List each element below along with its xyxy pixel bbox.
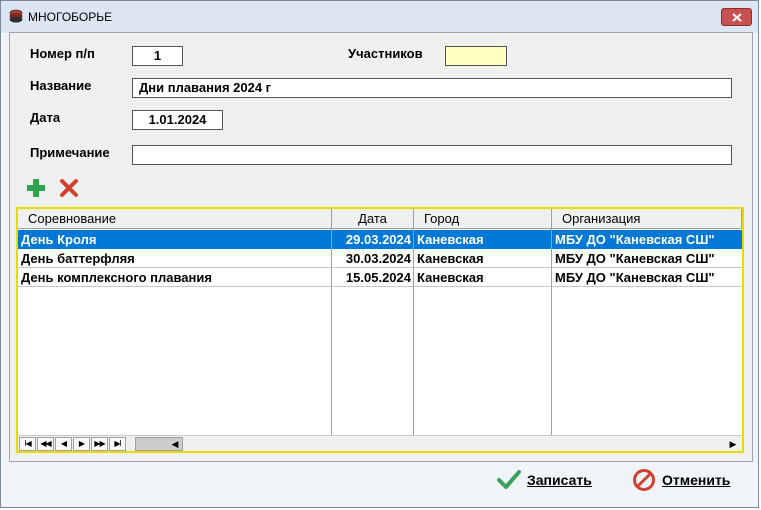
column-header-competition[interactable]: Соревнование [18,209,332,229]
nav-next-button[interactable]: ▶ [73,437,90,451]
scroll-right-arrow-icon[interactable]: ▶ [726,437,740,451]
number-field[interactable]: 1 [132,46,183,66]
delete-button[interactable] [58,177,80,199]
add-button[interactable] [25,177,47,199]
close-button[interactable] [721,8,752,26]
cancel-button[interactable]: Отменить [632,467,742,493]
nav-first-button[interactable]: I◀ [19,437,36,451]
column-divider [551,229,552,435]
save-button-label: Записать [527,472,592,488]
date-field[interactable]: 1.01.2024 [132,110,223,130]
cell-organization: МБУ ДО "Каневская СШ" [552,268,742,287]
nav-last-button[interactable]: ▶I [109,437,126,451]
table-row[interactable]: День баттерфляя 30.03.2024 Каневская МБУ… [18,249,742,268]
competitions-grid: Соревнование Дата Город Организация День… [16,207,744,453]
nav-prev-page-button[interactable]: ◀◀ [37,437,54,451]
cell-city: Каневская [414,230,552,249]
title-bar: МНОГОБОРЬЕ [1,1,758,33]
cell-organization: МБУ ДО "Каневская СШ" [552,249,742,268]
cell-date: 29.03.2024 [332,230,414,249]
name-label: Название [30,78,92,93]
note-field[interactable] [132,145,732,165]
cell-city: Каневская [414,249,552,268]
close-icon [732,13,742,22]
scroll-left-arrow-icon[interactable]: ◀ [168,437,182,451]
cell-competition: День баттерфляя [18,249,332,268]
number-label: Номер п/п [30,46,95,61]
column-divider [413,229,414,435]
table-row[interactable]: День Кроля 29.03.2024 Каневская МБУ ДО "… [18,230,742,249]
cell-city: Каневская [414,268,552,287]
cell-competition: День Кроля [18,230,332,249]
date-label: Дата [30,110,61,125]
participants-field[interactable] [445,46,507,66]
cell-date: 30.03.2024 [332,249,414,268]
save-button[interactable]: Записать [497,467,607,493]
note-label: Примечание [30,145,110,160]
column-header-date[interactable]: Дата [332,209,414,229]
nav-next-page-button[interactable]: ▶▶ [91,437,108,451]
nav-prev-button[interactable]: ◀ [55,437,72,451]
column-header-organization[interactable]: Организация [552,209,742,229]
app-stack-icon [9,9,23,23]
plus-icon [27,179,45,197]
cell-organization: МБУ ДО "Каневская СШ" [552,230,742,249]
participants-label: Участников [348,46,423,61]
dialog-window: МНОГОБОРЬЕ Номер п/п 1 Участников Назван… [0,0,759,508]
window-title: МНОГОБОРЬЕ [28,10,113,24]
cell-date: 15.05.2024 [332,268,414,287]
checkmark-icon [497,470,521,489]
x-icon [60,179,78,197]
cell-competition: День комплексного плавания [18,268,332,287]
table-row[interactable]: День комплексного плавания 15.05.2024 Ка… [18,268,742,287]
column-divider [331,229,332,435]
horizontal-scrollbar[interactable]: I◀ ◀◀ ◀ ▶ ▶▶ ▶I ◀ ▶ [18,435,742,451]
cancel-button-label: Отменить [662,472,731,488]
column-header-city[interactable]: Город [414,209,552,229]
no-entry-icon [633,469,655,491]
name-field[interactable]: Дни плавания 2024 г [132,78,732,98]
